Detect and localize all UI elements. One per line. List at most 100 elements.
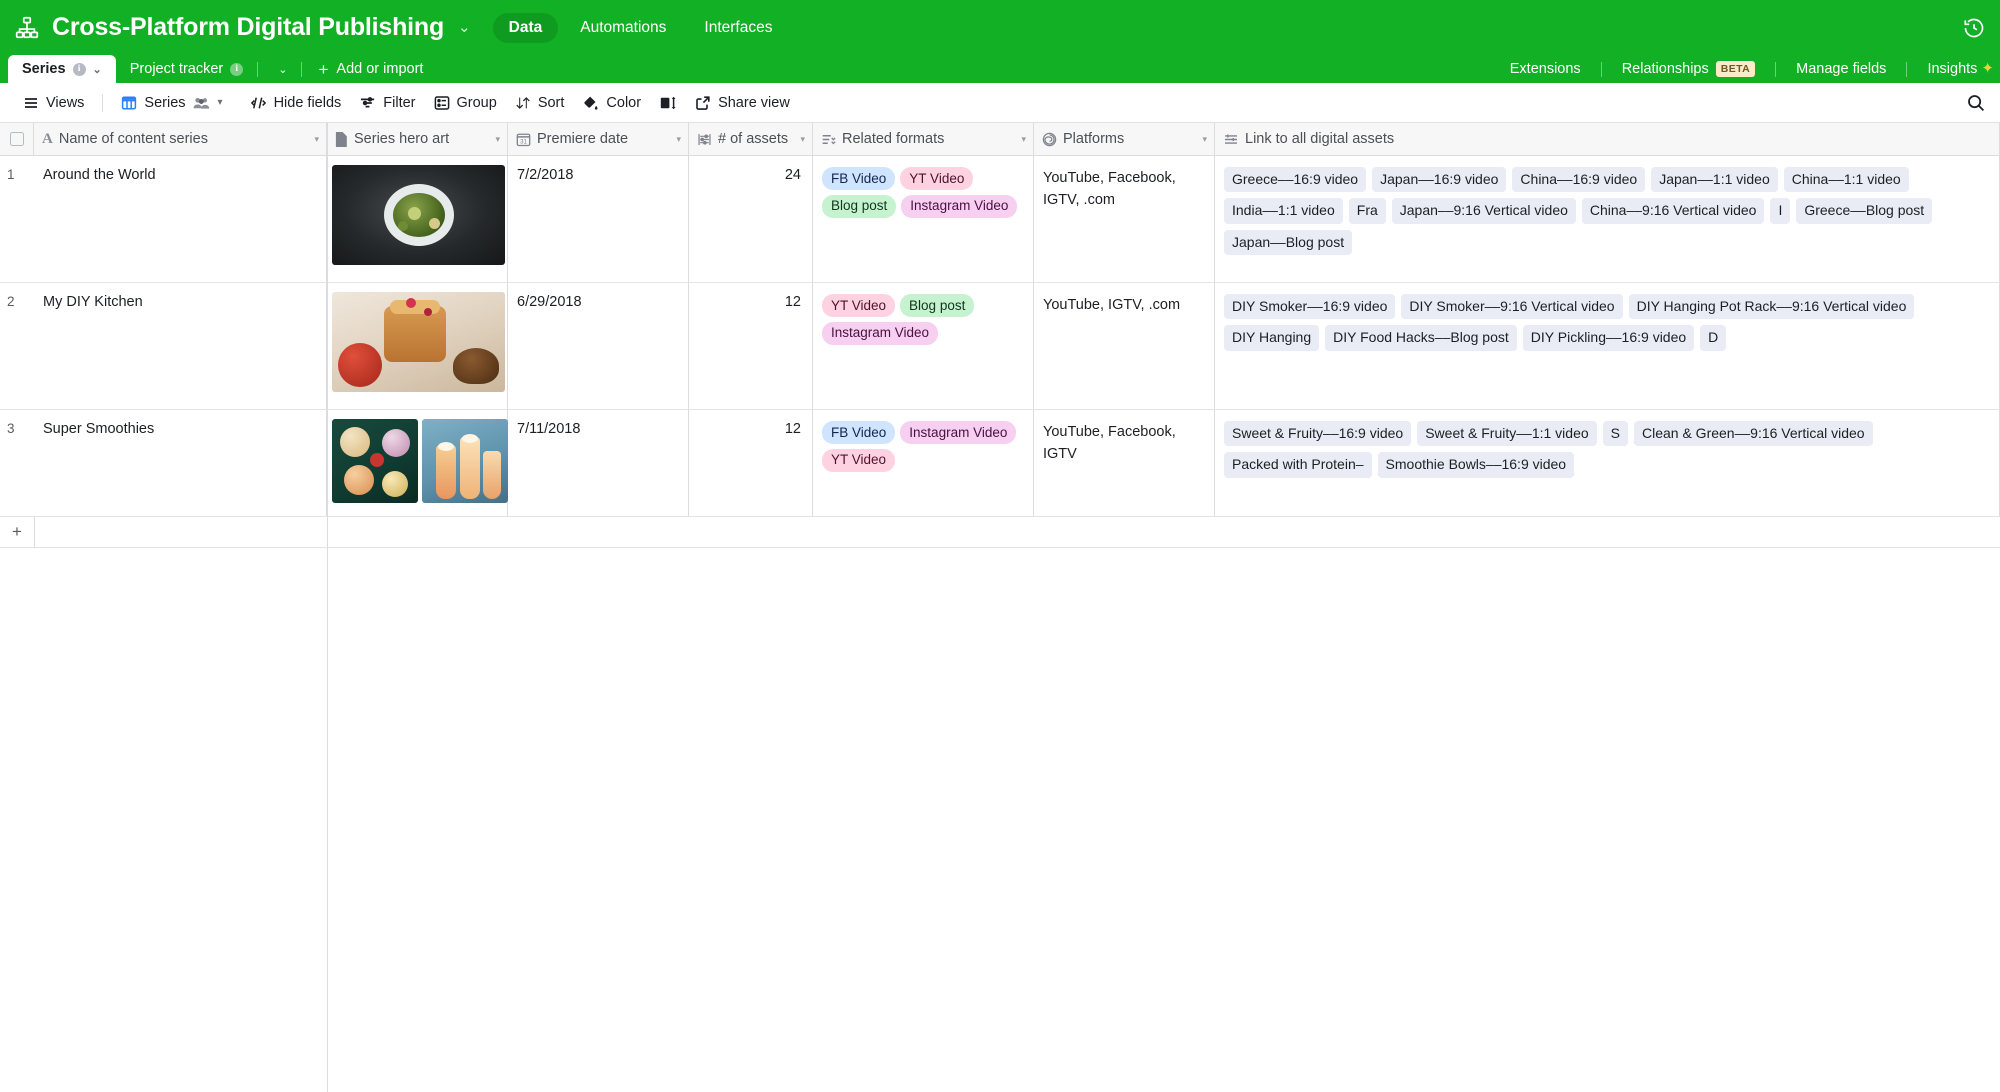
linked-record-chip[interactable]: Japan––9:16 Vertical video	[1392, 198, 1576, 223]
org-chart-icon[interactable]	[14, 15, 40, 41]
cell-platforms[interactable]: YouTube, IGTV, .com	[1034, 283, 1215, 409]
table-row[interactable]: 2 My DIY Kitchen 6/29/2018 12 YT Video B…	[0, 283, 2000, 410]
filter-button[interactable]: Filter	[350, 90, 424, 116]
linked-record-chip[interactable]: China––16:9 video	[1512, 167, 1645, 192]
attachment-thumbnail[interactable]	[422, 419, 508, 503]
column-header-platforms[interactable]: Platforms ▾	[1034, 123, 1215, 155]
linked-record-chip[interactable]: Clean & Green––9:16 Vertical video	[1634, 421, 1873, 446]
chevron-down-icon[interactable]: ▾	[1202, 134, 1207, 145]
linked-record-chip[interactable]: D	[1700, 325, 1726, 350]
add-row-rest[interactable]	[34, 517, 2000, 548]
cell-name[interactable]: Super Smoothies	[34, 410, 327, 516]
relationships-button[interactable]: Relationships BETA	[1608, 61, 1769, 77]
table-name-project-tracker[interactable]: Project tracker i	[116, 61, 251, 77]
linked-record-chip[interactable]: DIY Pickling––16:9 video	[1523, 325, 1694, 350]
cell-link-to-all-digital-assets[interactable]: Sweet & Fruity––16:9 video Sweet & Fruit…	[1215, 410, 2000, 516]
chevron-down-icon[interactable]: ▾	[314, 134, 319, 145]
chevron-down-icon[interactable]: ▾	[495, 134, 500, 145]
linked-record-chip[interactable]: India––1:1 video	[1224, 198, 1343, 223]
linked-record-chip[interactable]: DIY Smoker––9:16 Vertical video	[1401, 294, 1622, 319]
linked-record-chip[interactable]: Japan––16:9 video	[1372, 167, 1506, 192]
table-row[interactable]: 1 Around the World 7/2/2018 24 FB Video …	[0, 156, 2000, 283]
top-nav-item-data[interactable]: Data	[493, 13, 559, 43]
column-header-premiere-date[interactable]: 31 Premiere date ▾	[508, 123, 689, 155]
cell-platforms[interactable]: YouTube, Facebook, IGTV, .com	[1034, 156, 1215, 282]
chevron-down-icon[interactable]: ⌄	[93, 63, 102, 76]
cell-hero-art[interactable]	[327, 156, 508, 282]
attachment-thumbnail[interactable]	[332, 165, 505, 265]
current-view-button[interactable]: Series ▾	[112, 90, 231, 116]
group-button[interactable]: Group	[425, 90, 506, 116]
tab-series[interactable]: Series i ⌄	[8, 55, 116, 83]
linked-record-chip[interactable]: Sweet & Fruity––16:9 video	[1224, 421, 1411, 446]
cell-platforms[interactable]: YouTube, Facebook, IGTV	[1034, 410, 1215, 516]
attachment-thumbnail[interactable]	[332, 292, 505, 392]
cell-link-to-all-digital-assets[interactable]: DIY Smoker––16:9 video DIY Smoker––9:16 …	[1215, 283, 2000, 409]
cell-name[interactable]: My DIY Kitchen	[34, 283, 327, 409]
cell-number-of-assets[interactable]: 12	[689, 283, 813, 409]
cell-number-of-assets[interactable]: 24	[689, 156, 813, 282]
top-nav-item-automations[interactable]: Automations	[564, 13, 682, 43]
column-header-link-to-all-digital-assets[interactable]: Link to all digital assets	[1215, 123, 2000, 155]
select-all-cell[interactable]	[0, 123, 34, 155]
linked-record-chip[interactable]: DIY Hanging Pot Rack––9:16 Vertical vide…	[1629, 294, 1915, 319]
cell-premiere-date[interactable]: 7/2/2018	[508, 156, 689, 282]
linked-record-chip[interactable]: Greece––Blog post	[1796, 198, 1932, 223]
views-button[interactable]: Views	[14, 90, 93, 116]
cell-premiere-date[interactable]: 7/11/2018	[508, 410, 689, 516]
add-or-import-button[interactable]: + Add or import	[308, 61, 433, 78]
sort-button[interactable]: Sort	[506, 90, 574, 116]
cell-hero-art[interactable]	[327, 283, 508, 409]
column-header-name-of-content-series[interactable]: A Name of content series ▾	[34, 123, 327, 155]
linked-record-chip[interactable]: China––9:16 Vertical video	[1582, 198, 1765, 223]
cell-link-to-all-digital-assets[interactable]: Greece––16:9 video Japan––16:9 video Chi…	[1215, 156, 2000, 282]
extensions-button[interactable]: Extensions	[1496, 61, 1595, 77]
info-icon[interactable]: i	[73, 63, 86, 76]
cell-name[interactable]: Around the World	[34, 156, 327, 282]
hide-fields-button[interactable]: Hide fields	[241, 90, 351, 116]
linked-record-chip[interactable]: DIY Hanging	[1224, 325, 1319, 350]
linked-record-chip[interactable]: Fra	[1349, 198, 1386, 223]
linked-record-chip[interactable]: Greece––16:9 video	[1224, 167, 1366, 192]
attachment-thumbnail[interactable]	[332, 419, 418, 503]
row-height-button[interactable]	[650, 90, 686, 116]
top-nav-item-interfaces[interactable]: Interfaces	[688, 13, 788, 43]
color-button[interactable]: Color	[573, 90, 650, 116]
column-header-series-hero-art[interactable]: Series hero art ▾	[327, 123, 508, 155]
chevron-down-icon[interactable]: ⌄	[458, 20, 471, 35]
cell-number-of-assets[interactable]: 12	[689, 410, 813, 516]
linked-record-chip[interactable]: Packed with Protein–	[1224, 452, 1372, 477]
linked-record-chip[interactable]: Japan––Blog post	[1224, 230, 1352, 255]
cell-related-formats[interactable]: FB Video Instagram Video YT Video	[813, 410, 1034, 516]
cell-premiere-date[interactable]: 6/29/2018	[508, 283, 689, 409]
chevron-down-icon[interactable]: ▾	[218, 97, 223, 108]
add-row[interactable]: +	[0, 517, 2000, 548]
history-clock-icon[interactable]	[1962, 16, 1986, 40]
linked-record-chip[interactable]: DIY Smoker––16:9 video	[1224, 294, 1395, 319]
insights-button[interactable]: Insights ✦	[1913, 61, 2000, 77]
column-header-related-formats[interactable]: Related formats ▾	[813, 123, 1034, 155]
info-icon[interactable]: i	[230, 63, 243, 76]
share-view-button[interactable]: Share view	[686, 90, 799, 116]
linked-record-chip[interactable]: Sweet & Fruity––1:1 video	[1417, 421, 1596, 446]
column-header-label: Name of content series	[59, 131, 208, 147]
linked-record-chip[interactable]: S	[1603, 421, 1628, 446]
cell-hero-art[interactable]	[327, 410, 508, 516]
linked-record-chip[interactable]: I	[1770, 198, 1790, 223]
table-row[interactable]: 3 Super Smoothies 7/11	[0, 410, 2000, 517]
cell-related-formats[interactable]: YT Video Blog post Instagram Video	[813, 283, 1034, 409]
linked-record-chip[interactable]: Smoothie Bowls––16:9 video	[1378, 452, 1575, 477]
select-all-checkbox[interactable]	[10, 132, 24, 146]
table-list-chevron-icon[interactable]: ⌄	[264, 63, 295, 76]
linked-record-chip[interactable]: DIY Food Hacks––Blog post	[1325, 325, 1517, 350]
manage-fields-button[interactable]: Manage fields	[1782, 61, 1900, 77]
linked-record-chip[interactable]: China––1:1 video	[1784, 167, 1909, 192]
column-header-number-of-assets[interactable]: # of assets ▾	[689, 123, 813, 155]
cell-related-formats[interactable]: FB Video YT Video Blog post Instagram Vi…	[813, 156, 1034, 282]
search-icon[interactable]	[1966, 93, 1986, 113]
plus-icon[interactable]: +	[0, 522, 34, 542]
chevron-down-icon[interactable]: ▾	[800, 134, 805, 145]
linked-record-chip[interactable]: Japan––1:1 video	[1651, 167, 1778, 192]
chevron-down-icon[interactable]: ▾	[676, 134, 681, 145]
chevron-down-icon[interactable]: ▾	[1021, 134, 1026, 145]
